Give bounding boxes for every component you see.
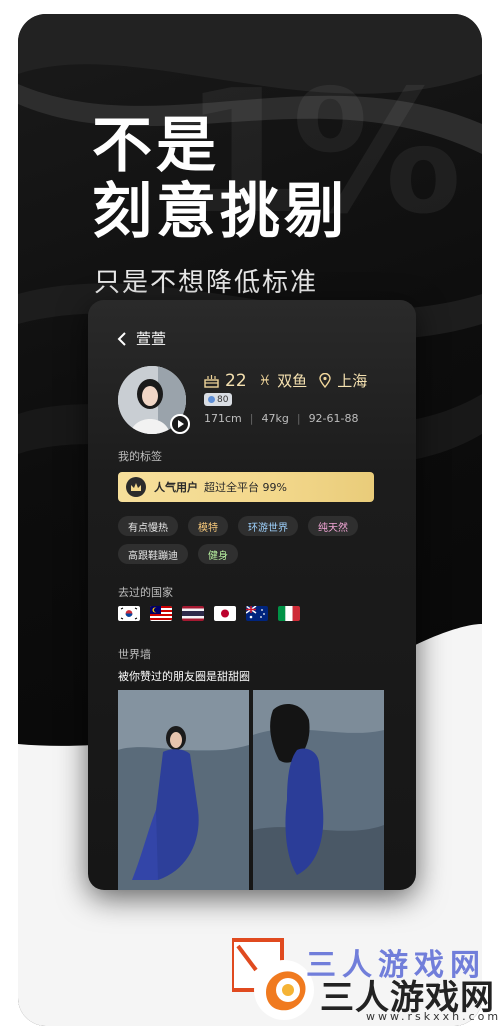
photo-wall	[118, 690, 384, 890]
height-value: 171cm	[204, 412, 242, 425]
italy-flag-icon	[278, 606, 300, 621]
popular-desc: 超过全平台 99%	[204, 481, 287, 494]
headline-line-2: 刻意挑剔	[92, 177, 348, 247]
wall-section-label: 世界墙	[118, 648, 151, 661]
level-badge: 80	[204, 393, 233, 406]
tag-item[interactable]: 纯天然	[308, 516, 358, 536]
tag-item[interactable]: 有点慢热	[118, 516, 178, 536]
cake-icon	[204, 374, 219, 388]
profile-name: 萱萱	[136, 330, 167, 348]
body-measurements: 171cm | 47kg | 92-61-88	[204, 412, 359, 425]
weight-value: 47kg	[261, 412, 289, 425]
countries-section-label: 去过的国家	[118, 586, 173, 599]
measurements-value: 92-61-88	[308, 412, 359, 425]
country-flags	[118, 606, 300, 621]
back-icon[interactable]	[116, 331, 128, 347]
popular-user-bar[interactable]: 人气用户 超过全平台 99%	[118, 472, 374, 502]
pisces-icon: ♓	[258, 372, 272, 389]
wall-subtitle: 被你赞过的朋友圈是甜甜圈	[118, 670, 250, 683]
headline-line-1: 不是	[92, 111, 220, 181]
stats-row: 22 ♓ 双鱼 上海	[204, 370, 379, 391]
card-header: 萱萱	[116, 328, 166, 349]
thailand-flag-icon	[182, 606, 204, 621]
tags-section-label: 我的标签	[118, 450, 162, 463]
play-icon[interactable]	[170, 414, 190, 434]
crown-icon	[126, 477, 146, 497]
divider: |	[249, 412, 254, 425]
malaysia-flag-icon	[150, 606, 172, 621]
tag-item[interactable]: 模特	[188, 516, 228, 536]
popular-title: 人气用户	[154, 481, 198, 494]
age-value: 22	[225, 370, 247, 391]
zodiac-value: 双鱼	[277, 372, 308, 390]
level-value: 80	[217, 394, 229, 405]
tag-item[interactable]: 高跟鞋蹦迪	[118, 544, 188, 564]
site-url: www.rskxxh.com	[366, 1010, 500, 1023]
tag-item[interactable]: 环游世界	[238, 516, 298, 536]
japan-flag-icon	[214, 606, 236, 621]
location-value: 上海	[337, 372, 368, 390]
location-pin-icon	[319, 373, 331, 388]
level-icon	[208, 396, 215, 403]
subline: 只是不想降低标准	[94, 268, 319, 298]
tag-item[interactable]: 健身	[198, 544, 238, 564]
photo-item[interactable]	[118, 690, 250, 890]
tag-list: 有点慢热 模特 环游世界 纯天然 高跟鞋蹦迪 健身	[118, 516, 398, 564]
divider: |	[296, 412, 301, 425]
korea-flag-icon	[118, 606, 140, 621]
profile-card: 萱萱 22 ♓ 双鱼 上海 80 171cm | 47kg | 92-61-88…	[88, 300, 416, 890]
photo-item[interactable]	[252, 690, 385, 890]
australia-flag-icon	[246, 606, 268, 621]
